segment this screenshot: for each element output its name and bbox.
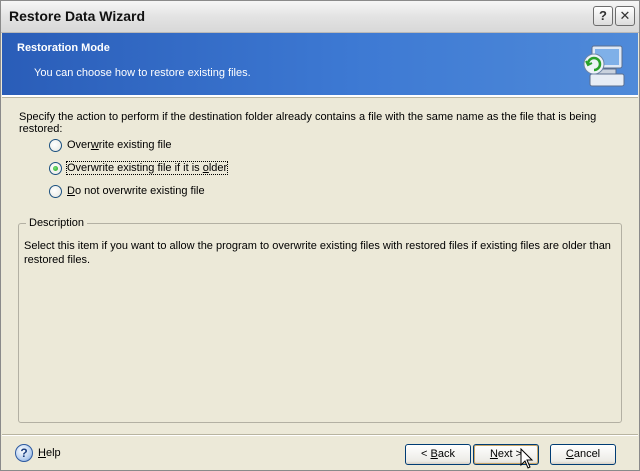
title-help-button[interactable]: ? <box>593 6 613 26</box>
option-label[interactable]: Do not overwrite existing file <box>67 185 205 197</box>
radio-button[interactable] <box>49 184 62 198</box>
title-bar[interactable]: Restore Data Wizard ? ✕ <box>1 1 639 33</box>
help-label[interactable]: Help <box>38 447 61 459</box>
banner-separator <box>2 95 638 98</box>
close-icon: ✕ <box>619 8 631 23</box>
header-banner: Restoration Mode You can choose how to r… <box>2 33 638 95</box>
option-label[interactable]: Overwrite existing file <box>67 139 172 151</box>
radio-button[interactable] <box>49 138 62 152</box>
description-text: Select this item if you want to allow th… <box>24 240 611 266</box>
window-title: Restore Data Wizard <box>9 8 146 24</box>
close-button[interactable]: ✕ <box>615 6 635 26</box>
question-icon: ? <box>599 8 607 23</box>
back-button[interactable]: < Back <box>405 444 471 465</box>
radio-button-selected[interactable] <box>49 161 62 175</box>
option-overwrite-if-older[interactable]: Overwrite existing file if it is older <box>49 159 229 177</box>
help-icon[interactable]: ? <box>15 444 33 462</box>
option-do-not-overwrite[interactable]: Do not overwrite existing file <box>49 182 205 200</box>
restore-computer-icon <box>583 45 625 87</box>
restore-data-wizard-window: Restore Data Wizard ? ✕ Restoration Mode… <box>0 0 640 471</box>
description-group: Description Select this item if you want… <box>18 217 622 423</box>
page-subtitle: You can choose how to restore existing f… <box>34 67 251 79</box>
mouse-cursor-icon <box>520 448 534 469</box>
option-label[interactable]: Overwrite existing file if it is older <box>65 161 229 175</box>
instruction-text: Specify the action to perform if the des… <box>19 111 597 135</box>
description-legend: Description <box>26 217 88 229</box>
page-heading: Restoration Mode <box>17 42 110 54</box>
cancel-button[interactable]: Cancel <box>550 444 616 465</box>
footer-separator <box>2 434 638 436</box>
option-overwrite-existing[interactable]: Overwrite existing file <box>49 136 172 154</box>
help-link[interactable]: ? Help <box>15 444 61 462</box>
